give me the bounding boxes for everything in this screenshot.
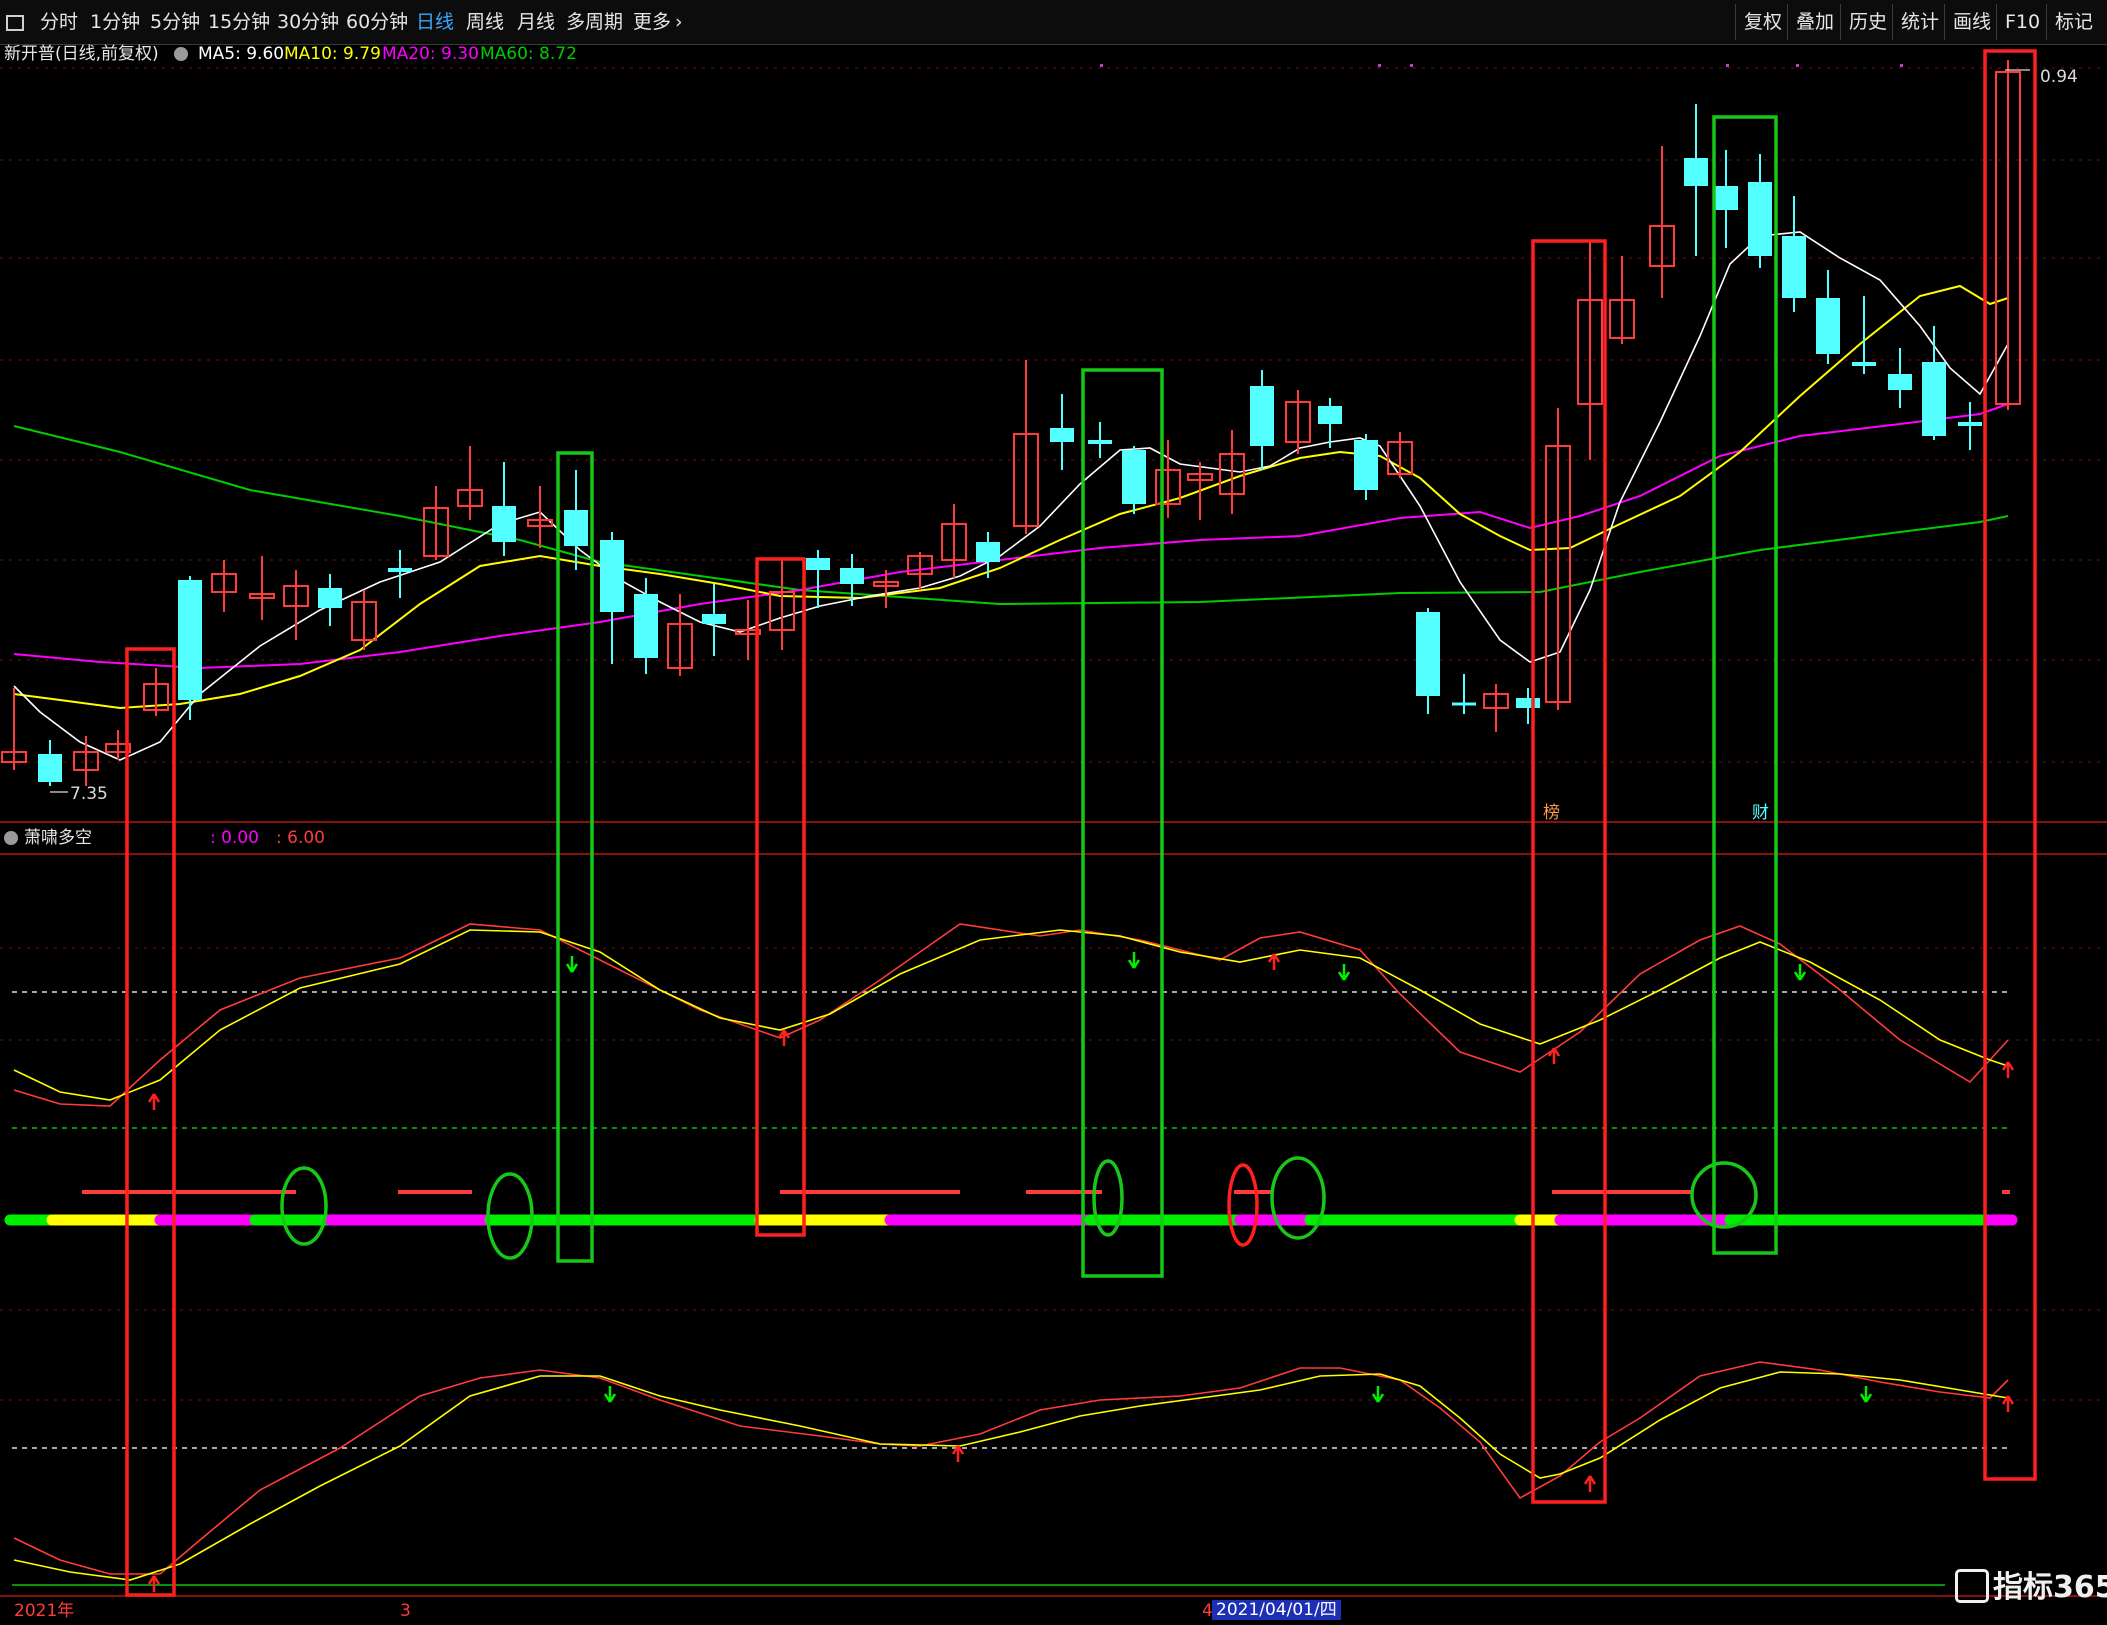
cursor-date-label: 2021/04/01/四 xyxy=(1212,1600,1341,1620)
candlesticks xyxy=(1,60,2021,786)
ma20-path xyxy=(13,403,2009,670)
candle-body-down xyxy=(1748,182,1772,256)
low-price-label: 7.35 xyxy=(70,784,108,804)
ma5-line xyxy=(13,231,2009,761)
finance-marker[interactable]: 财 xyxy=(1752,803,1769,823)
candle-body-down xyxy=(1852,362,1876,366)
ma10-line xyxy=(13,284,2009,710)
event-dot xyxy=(1726,64,1729,67)
ma60-path xyxy=(13,425,2009,606)
candle-body-down xyxy=(388,568,412,572)
event-dot xyxy=(1900,64,1903,67)
kline-chart[interactable] xyxy=(0,0,2107,1625)
indicator1-fast-line xyxy=(13,923,2009,1107)
sell-arrow-icon xyxy=(565,956,579,973)
candle-body-down xyxy=(1354,440,1378,490)
green-highlight-box xyxy=(1712,115,1778,1255)
candle-body-down xyxy=(318,588,342,608)
buy-arrow-icon xyxy=(147,1093,161,1110)
dropdown-circle-icon xyxy=(4,831,18,845)
candle-body-down xyxy=(1922,362,1946,436)
red-highlight-box xyxy=(1983,49,2037,1481)
candle-body-down xyxy=(1318,406,1342,424)
sell-arrow-icon xyxy=(1127,952,1141,969)
date-axis-month: 3 xyxy=(400,1601,411,1621)
signal-bar xyxy=(4,1190,2018,1226)
candle-body-down xyxy=(38,754,62,782)
candle-body-down xyxy=(1122,450,1146,504)
event-dot xyxy=(1410,64,1413,67)
z-logo-icon xyxy=(1955,1568,1989,1603)
candle-body-down xyxy=(1088,440,1112,444)
rank-marker[interactable]: 榜 xyxy=(1543,803,1560,823)
indicator-value-1: : 0.00 xyxy=(210,828,259,848)
candle-body-down xyxy=(1416,612,1440,696)
annotations xyxy=(50,49,2037,1597)
candle-body-down xyxy=(1050,428,1074,442)
candle-body-down xyxy=(600,540,624,612)
candle-body-down xyxy=(634,594,658,658)
buy-arrow-icon xyxy=(147,1575,161,1592)
red-highlight-box xyxy=(1531,239,1607,1504)
indicator-value-2: : 6.00 xyxy=(276,828,325,848)
candle-body-down xyxy=(1516,698,1540,708)
ma60-line xyxy=(13,425,2009,606)
candle-body-down xyxy=(178,580,202,700)
candle-body-down xyxy=(976,542,1000,562)
red-highlight-box xyxy=(755,557,806,1237)
event-dot xyxy=(1100,64,1103,67)
date-axis-year: 2021年 xyxy=(14,1601,75,1621)
candle-body-down xyxy=(840,568,864,584)
event-dot xyxy=(1796,64,1799,67)
buy-arrow-icon xyxy=(1547,1047,1561,1064)
ma20-line xyxy=(13,403,2009,670)
candle-body-down xyxy=(1714,186,1738,210)
candle-body-down xyxy=(702,614,726,624)
indicator2-slow-line xyxy=(13,1371,2009,1581)
green-highlight-box xyxy=(556,451,594,1263)
candle-body-down xyxy=(1816,298,1840,354)
indicator1-slow-line xyxy=(13,929,2009,1101)
indicator-pane-1 xyxy=(13,923,2009,1107)
red-highlight-box xyxy=(125,647,176,1597)
sell-arrow-icon xyxy=(1793,964,1807,981)
green-signal-circle xyxy=(1270,1156,1326,1240)
candle-body-down xyxy=(806,558,830,570)
indicator-name: 萧啸多空 xyxy=(24,828,92,848)
green-signal-circle xyxy=(280,1166,328,1246)
sell-arrow-icon xyxy=(1371,1386,1385,1403)
candle-body-down xyxy=(1782,236,1806,298)
candle-body-down xyxy=(492,506,516,542)
red-signal-circle xyxy=(1227,1163,1259,1247)
indicator-dropdown[interactable]: 萧啸多空 xyxy=(4,828,92,848)
candle-body-down xyxy=(1958,422,1982,426)
sell-arrow-icon xyxy=(1859,1386,1873,1403)
candle-body-down xyxy=(1888,374,1912,390)
indicator-pane-2 xyxy=(13,1361,2009,1581)
sell-arrow-icon xyxy=(1337,964,1351,981)
candle-body-down xyxy=(1684,158,1708,186)
event-dot xyxy=(1378,64,1381,67)
ma10-path xyxy=(13,284,2009,710)
brand-logo-text: 指标365 xyxy=(1993,1570,2107,1605)
buy-arrow-icon xyxy=(2001,1395,2015,1412)
pane-borders xyxy=(0,821,2107,1597)
candle-body-down xyxy=(1250,386,1274,446)
ma5-path xyxy=(13,231,2009,761)
high-price-label: 0.94 xyxy=(2040,67,2078,87)
brand-logo: 指标365 xyxy=(1955,1566,2107,1610)
candle-body-down xyxy=(564,510,588,546)
buy-arrow-icon xyxy=(1583,1475,1597,1492)
